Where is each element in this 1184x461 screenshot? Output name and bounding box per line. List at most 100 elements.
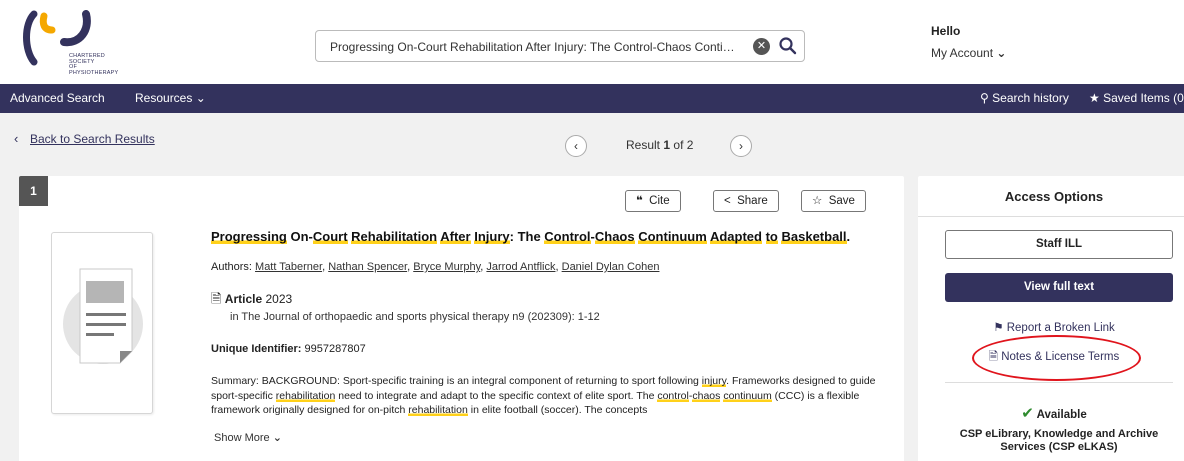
show-more-label[interactable]: Show More [214, 432, 270, 444]
unique-identifier-row: Unique Identifier: 9957287807 [211, 343, 366, 355]
chevron-down-icon[interactable]: ⌄ [196, 91, 206, 105]
site-header: CHARTERED SOCIETY OF PHYSIOTHERAPY Progr… [0, 0, 1184, 84]
search-icon[interactable] [778, 36, 798, 56]
result-counter: Result 1 of 2 [626, 138, 694, 152]
highlighted-term: injury [701, 375, 727, 387]
summary-fragment: BACKGROUND: Sport-specific training is a… [261, 375, 702, 387]
access-options-title: Access Options [1004, 189, 1104, 204]
greeting: Hello [931, 24, 961, 38]
highlighted-term: After [440, 229, 471, 244]
star-icon: ★ [1089, 91, 1100, 105]
share-label: Share [737, 195, 768, 207]
staff-ill-button[interactable]: Staff ILL [945, 230, 1173, 259]
highlighted-term: control [657, 389, 689, 402]
view-full-text-button[interactable]: View full text [945, 273, 1173, 302]
star-outline-icon: ☆ [812, 195, 823, 207]
my-account-label[interactable]: My Account [931, 46, 993, 60]
uid-value: 9957287807 [304, 343, 366, 355]
cite-button[interactable]: ❝ Cite [625, 190, 681, 212]
library-name: CSP eLibrary, Knowledge and Archive Serv… [959, 428, 1159, 453]
save-label: Save [828, 195, 855, 207]
cite-label: Cite [649, 195, 670, 207]
highlighted-term: Court [312, 229, 348, 244]
record-type-row: 🗎 Article 2023 [211, 290, 292, 312]
highlighted-term: Basketball [781, 229, 847, 244]
result-card: 1 ❝ Cite < Share ☆ Save Progressing On-C… [19, 176, 904, 461]
csp-logo[interactable]: CHARTERED SOCIETY OF PHYSIOTHERAPY [20, 10, 130, 76]
highlighted-term: to [765, 229, 778, 244]
document-thumbnail[interactable] [51, 232, 153, 414]
title-fragment: . [846, 229, 851, 244]
result-number-badge: 1 [19, 176, 48, 206]
access-options-panel: Access Options Staff ILL View full text … [918, 176, 1184, 461]
authors-row: Authors: Matt Taberner, Nathan Spencer, … [211, 261, 659, 273]
title-fragment: : The [509, 229, 545, 244]
uid-label: Unique Identifier: [211, 343, 302, 355]
highlighted-term: Progressing [211, 229, 287, 244]
author-link[interactable]: Jarrod Antflick [486, 261, 555, 273]
nav-search-history-label[interactable]: Search history [992, 91, 1069, 105]
availability-status: ✔ Available [918, 404, 1184, 422]
logo-wordmark: CHARTERED SOCIETY OF PHYSIOTHERAPY [69, 53, 119, 76]
chevron-down-icon[interactable]: ⌄ [996, 46, 1006, 60]
author-link[interactable]: Bryce Murphy [413, 261, 480, 273]
author-link[interactable]: Daniel Dylan Cohen [562, 261, 660, 273]
authors-list: Matt Taberner, Nathan Spencer, Bryce Mur… [255, 261, 660, 273]
highlighted-term: continuum [723, 389, 772, 402]
checkmark-icon: ✔ [1021, 405, 1034, 422]
quote-icon: ❝ [636, 195, 643, 207]
summary-fragment: need to integrate and adapt to the speci… [335, 389, 658, 402]
highlighted-term: Chaos [594, 229, 635, 244]
chevron-down-icon[interactable]: ⌄ [273, 432, 282, 444]
annotation-ellipse [972, 335, 1141, 381]
authors-label: Authors: [211, 261, 252, 273]
chevron-left-icon[interactable]: ‹ [14, 131, 18, 146]
highlighted-term: rehabilitation [275, 389, 336, 402]
nav-saved-items[interactable]: ★ Saved Items (0) [1089, 91, 1184, 105]
back-to-results-link[interactable]: Back to Search Results [30, 132, 155, 146]
clear-search-icon[interactable]: ✕ [753, 38, 770, 55]
report-broken-link-label[interactable]: Report a Broken Link [1007, 322, 1115, 334]
history-search-icon: ⚲ [980, 91, 989, 105]
document-icon [63, 268, 143, 364]
highlighted-term: rehabilitation [408, 404, 468, 416]
record-year: 2023 [265, 292, 293, 306]
nav-resources-label[interactable]: Resources [135, 91, 192, 105]
highlighted-term: Rehabilitation [351, 229, 438, 244]
nav-search-history[interactable]: ⚲ Search history [980, 91, 1069, 105]
search-input-value[interactable]: Progressing On-Court Rehabilitation Afte… [330, 40, 740, 54]
author-link[interactable]: Matt Taberner [255, 261, 322, 273]
summary-text: BACKGROUND: Sport-specific training is a… [211, 375, 876, 416]
availability-label: Available [1036, 409, 1087, 421]
highlighted-term: Adapted [709, 229, 762, 244]
highlighted-term: Continuum [638, 229, 707, 244]
nav-saved-items-label[interactable]: Saved Items (0) [1103, 91, 1184, 105]
summary-fragment: in elite football (soccer). The concepts [467, 404, 648, 416]
divider [945, 382, 1173, 383]
summary-label: Summary: [211, 375, 259, 387]
next-result-button[interactable]: › [730, 135, 752, 157]
author-link[interactable]: Nathan Spencer [328, 261, 407, 273]
show-more-toggle[interactable]: Show More ⌄ [214, 431, 282, 444]
save-button[interactable]: ☆ Save [801, 190, 866, 212]
search-input[interactable]: Progressing On-Court Rehabilitation Afte… [315, 30, 805, 62]
nav-advanced-search[interactable]: Advanced Search [10, 91, 105, 105]
title-fragment: On- [286, 229, 313, 244]
record-title[interactable]: Progressing On-Court Rehabilitation Afte… [211, 229, 891, 244]
flag-icon: ⚑ [993, 322, 1004, 334]
highlighted-term: Injury [474, 229, 510, 244]
article-icon: 🗎 [211, 291, 222, 306]
share-button[interactable]: < Share [713, 190, 779, 212]
highlighted-term: chaos [692, 389, 721, 402]
record-type: Article [224, 292, 263, 306]
my-account-menu[interactable]: My Account ⌄ [931, 46, 1006, 60]
previous-result-button[interactable]: ‹ [565, 135, 587, 157]
share-icon: < [724, 195, 731, 207]
main-nav: Advanced Search Resources ⌄ ⚲ Search his… [0, 84, 1184, 113]
report-broken-link[interactable]: ⚑ Report a Broken Link [918, 320, 1184, 334]
nav-resources-menu[interactable]: Resources ⌄ [135, 91, 206, 105]
publication-info: in The Journal of orthopaedic and sports… [230, 311, 600, 323]
highlighted-term: Control [544, 229, 591, 244]
summary: Summary: BACKGROUND: Sport-specific trai… [211, 374, 891, 418]
divider [918, 216, 1184, 217]
